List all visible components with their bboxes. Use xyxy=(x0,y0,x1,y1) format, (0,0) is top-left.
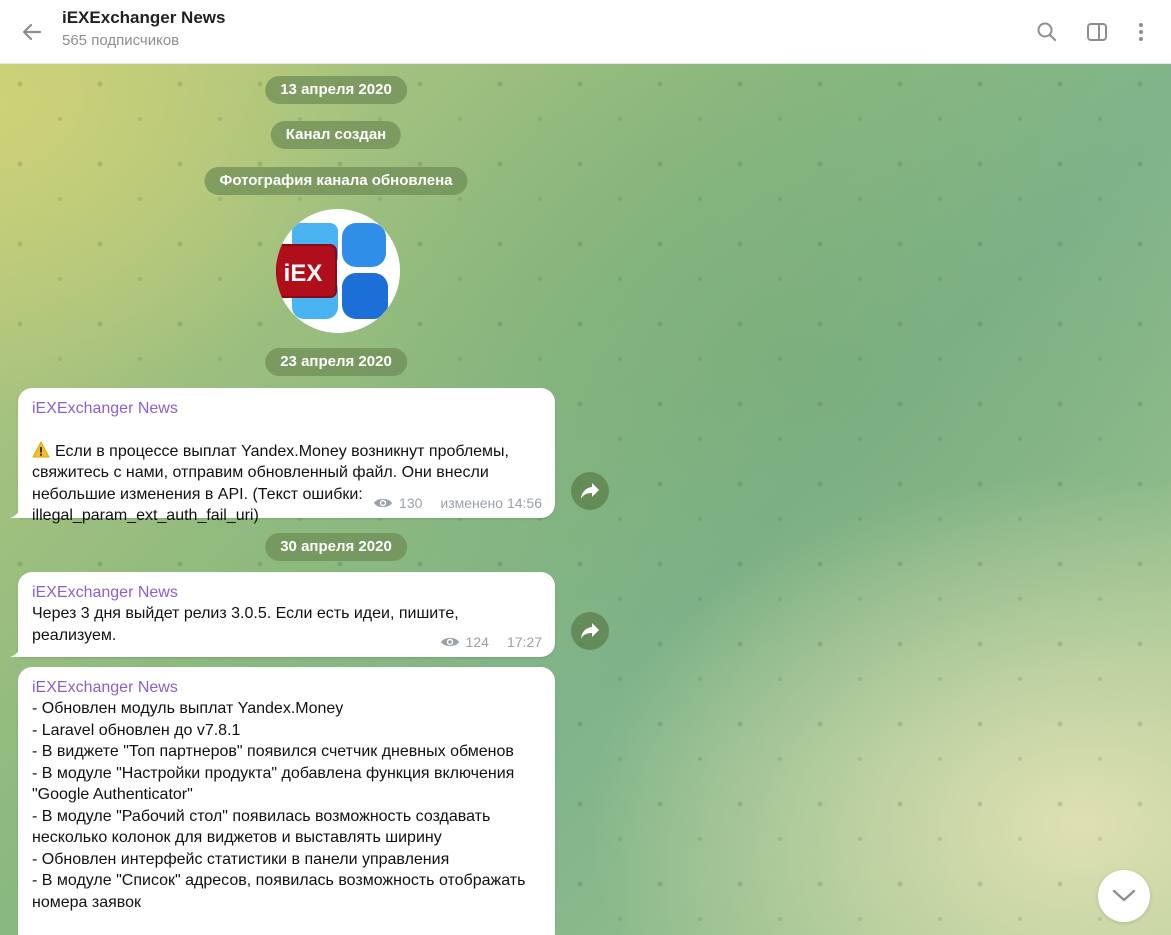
back-button[interactable] xyxy=(14,14,50,50)
message-bubble[interactable]: iEXExchanger News Если в процессе выплат… xyxy=(10,388,555,524)
subscriber-count: 565 подписчиков xyxy=(62,32,180,49)
date-separator: 30 апреля 2020 xyxy=(265,533,407,561)
share-arrow-icon xyxy=(581,483,599,499)
chat-header: iEXExchanger News 565 подписчиков xyxy=(0,0,1171,64)
message-author[interactable]: iEXExchanger News xyxy=(32,677,541,698)
scroll-to-bottom-button[interactable] xyxy=(1098,870,1150,922)
warning-icon xyxy=(32,440,50,457)
more-vertical-icon xyxy=(1139,23,1143,41)
sidebar-panel-icon xyxy=(1087,23,1107,41)
message-author[interactable]: iEXExchanger News xyxy=(32,582,541,603)
message-author[interactable]: iEXExchanger News xyxy=(32,398,541,419)
message-meta: 124 17:27 xyxy=(440,634,542,650)
more-menu-button[interactable] xyxy=(1123,14,1159,50)
search-icon xyxy=(1037,22,1057,42)
views-eye-icon xyxy=(440,635,460,649)
message-text: - Обновлен модуль выплат Yandex.Money - … xyxy=(32,700,526,911)
telegram-channel-window: iEXExchanger News 565 подписчиков 13 апр… xyxy=(0,0,1171,935)
channel-title: iEXExchanger News xyxy=(62,8,226,27)
date-separator: 23 апреля 2020 xyxy=(265,348,407,376)
bubble-tail-icon xyxy=(10,504,22,518)
view-count: 130 xyxy=(399,495,423,511)
bubble-tail-icon xyxy=(10,643,22,657)
service-message-channel-created: Канал создан xyxy=(270,121,402,149)
message-text-content: Если в процессе выплат Yandex.Money возн… xyxy=(32,442,509,525)
logo-text: iEX xyxy=(284,260,323,287)
view-count: 124 xyxy=(465,634,489,650)
search-button[interactable] xyxy=(1029,14,1065,50)
forward-button[interactable] xyxy=(571,612,609,650)
message-time: 17:27 xyxy=(506,634,542,650)
arrow-left-icon xyxy=(22,23,42,41)
message-bubble[interactable]: iEXExchanger News Через 3 дня выйдет рел… xyxy=(10,572,555,657)
message-meta: 130 изменено 14:56 xyxy=(373,495,542,511)
iex-logo-icon: iEX xyxy=(276,209,400,333)
message-time: изменено 14:56 xyxy=(440,495,542,511)
service-message-photo-updated: Фотография канала обновлена xyxy=(204,167,468,195)
forward-button[interactable] xyxy=(571,472,609,510)
sidebar-toggle-button[interactable] xyxy=(1079,14,1115,50)
date-separator: 13 апреля 2020 xyxy=(265,76,407,104)
chat-history[interactable]: 13 апреля 2020 Канал создан Фотография к… xyxy=(0,64,1171,935)
channel-photo[interactable]: iEX xyxy=(276,209,400,333)
channel-info[interactable]: iEXExchanger News 565 подписчиков xyxy=(62,8,225,50)
chevron-down-icon xyxy=(1112,889,1136,902)
message-bubble[interactable]: iEXExchanger News - Обновлен модуль выпл… xyxy=(18,667,555,935)
views-eye-icon xyxy=(373,496,393,510)
share-arrow-icon xyxy=(581,623,599,639)
